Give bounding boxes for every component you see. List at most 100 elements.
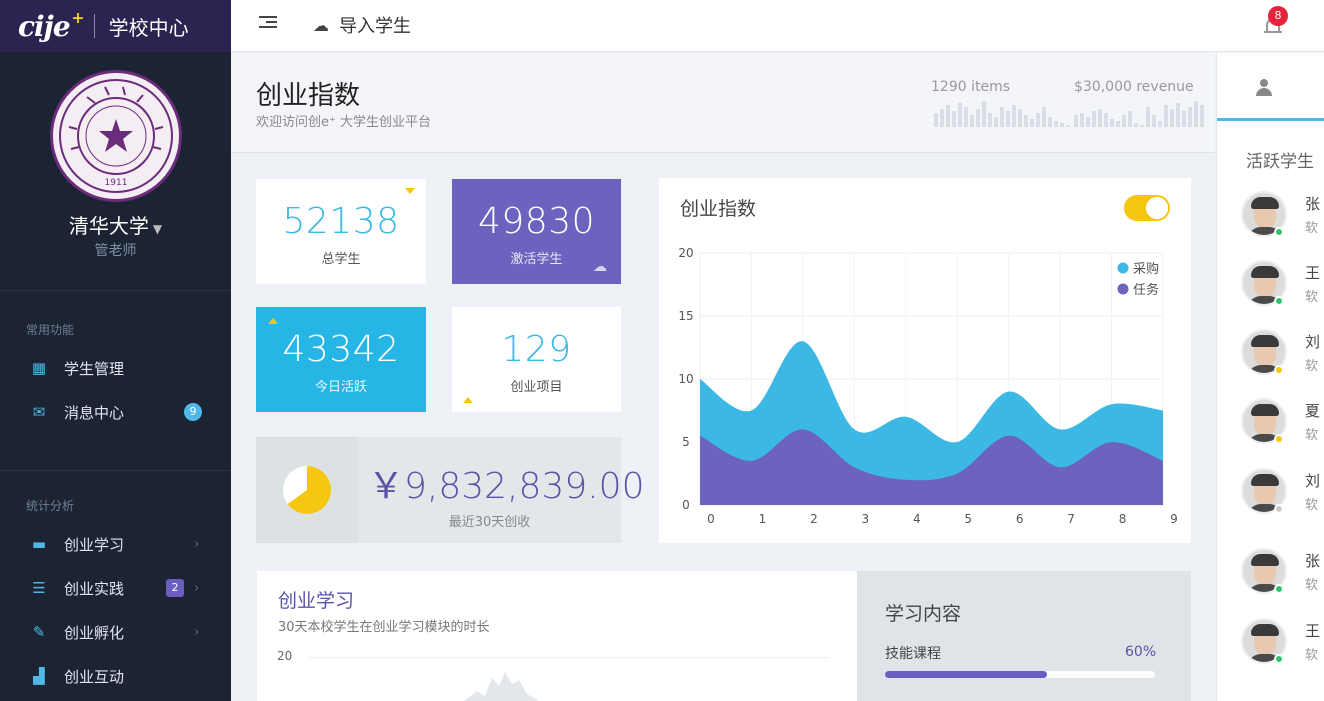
import-students-button[interactable]: ☁ 导入学生: [313, 12, 411, 38]
student-department: 软: [1305, 221, 1319, 236]
active-student-item[interactable]: 刘软: [1241, 329, 1324, 379]
active-students-title: 活跃学生: [1246, 152, 1314, 172]
brand-logo-text: cije: [18, 9, 71, 43]
total-students-label: 总学生: [321, 252, 361, 267]
revenue-pie: [283, 466, 331, 514]
x-tick-label: 7: [1067, 512, 1075, 526]
learning-title: 创业学习: [278, 590, 355, 612]
active-student-item[interactable]: 王软: [1241, 260, 1324, 310]
online-status-dot: [1274, 654, 1284, 664]
nav-label: 学生管理: [64, 359, 125, 378]
message-count-badge: 9: [184, 403, 202, 421]
active-student-item[interactable]: 刘软: [1241, 468, 1324, 518]
teacher-name: 管老师: [94, 243, 137, 259]
x-tick-label: 1: [759, 512, 767, 526]
caret-down-icon: ▼: [152, 222, 163, 236]
student-name: 刘: [1305, 333, 1321, 351]
chart-title: 创业指数: [680, 198, 757, 220]
today-active-value: 43342: [282, 329, 400, 370]
envelope-icon: ✉: [32, 403, 46, 421]
today-active-card[interactable]: 43342 今日活跃: [256, 307, 426, 412]
nav-heading: 常用功能: [26, 323, 75, 337]
student-department: 软: [1305, 290, 1319, 305]
nav-label: 创业互动: [64, 667, 125, 686]
nav-heading: 统计分析: [26, 499, 75, 513]
today-active-label: 今日活跃: [314, 380, 367, 395]
learning-axis-tick: 20: [277, 649, 293, 663]
revenue-amount: ￥9,832,839.00: [368, 466, 645, 507]
nav-item-startup-learning[interactable]: ▬ 创业学习 ›: [0, 522, 231, 566]
list-icon: ☰: [32, 579, 46, 597]
nav-item-message-center[interactable]: ✉ 消息中心 9: [0, 390, 231, 434]
x-tick-label: 4: [913, 512, 921, 526]
nav-section-analytics: 统计分析 ▬ 创业学习 › ☰ 创业实践 2 › ✎ 创业孵化 › ▟ 创业互动: [0, 470, 231, 701]
active-students-value: 49830: [477, 201, 596, 242]
school-name-text: 清华大学: [68, 214, 149, 238]
student-name: 王: [1305, 264, 1321, 282]
legend-label: 任务: [1133, 282, 1159, 298]
page-header: 创业指数 欢迎访问创e⁺ 大学生创业平台 1290 items $30,000 …: [231, 53, 1215, 153]
active-students-card[interactable]: 49830 激活学生 ☁: [452, 179, 621, 284]
area-chart: 0 5 10 15 20 0 1 2 3 4 5 6 7 8 9 采购任务: [678, 246, 1177, 526]
page-subtitle: 欢迎访问创e⁺ 大学生创业平台: [256, 115, 431, 130]
chevron-right-icon: ›: [194, 536, 200, 552]
menu-toggle-icon[interactable]: [259, 16, 277, 32]
projects-value: 129: [501, 329, 572, 370]
nav-item-startup-practice[interactable]: ☰ 创业实践 2 ›: [0, 566, 231, 610]
right-panel: 活跃学生 张软王软刘软夏软刘软张软王软: [1216, 53, 1324, 701]
x-tick-label: 0: [707, 512, 715, 526]
skill-course-progress: [885, 671, 1155, 678]
revenue-label: 最近30天创收: [448, 515, 531, 530]
briefcase-icon: ▬: [31, 535, 47, 553]
total-students-card[interactable]: 52138 总学生: [256, 179, 426, 284]
student-department: 软: [1305, 578, 1319, 593]
school-profile: 1911 清华大学 ▼ 管老师: [0, 52, 231, 260]
practice-count-badge: 2: [166, 579, 184, 597]
active-student-item[interactable]: 夏软: [1241, 398, 1324, 448]
student-department: 软: [1305, 428, 1319, 443]
startup-index-chart-panel: 创业指数 0 5 10 15 20 0 1 2 3 4 5 6 7 8 9 采购 任务: [659, 178, 1191, 543]
nav-label: 消息中心: [64, 403, 125, 422]
y-tick-label: 15: [678, 309, 693, 323]
learning-subtitle: 30天本校学生在创业学习模块的时长: [278, 620, 490, 635]
sidebar: cije + 学校中心 1911 清华大学 ▼ 管老师 常用功能 ▦ 学生管理 …: [0, 0, 231, 701]
y-tick-label: 5: [682, 435, 690, 449]
chart-toggle-switch[interactable]: [1124, 195, 1170, 221]
y-tick-label: 0: [682, 498, 690, 512]
nav-label: 创业学习: [64, 535, 125, 554]
school-name[interactable]: 清华大学 ▼: [0, 210, 231, 239]
brand-divider: [93, 14, 95, 38]
online-status-dot: [1274, 434, 1284, 444]
brand-logo[interactable]: cije +: [18, 8, 85, 43]
revenue-card[interactable]: ￥9,832,839.00 最近30天创收: [256, 437, 644, 543]
active-student-item[interactable]: 王软: [1241, 618, 1324, 668]
brand-bar: cije + 学校中心: [0, 0, 231, 52]
cloud-download-icon: ☁: [593, 259, 607, 275]
user-icon: [1256, 79, 1272, 97]
student-department: 软: [1305, 498, 1319, 513]
revenue-pie-box: [256, 437, 358, 543]
brand-title: 学校中心: [108, 15, 189, 40]
student-name: 王: [1305, 622, 1321, 640]
tab-users[interactable]: [1217, 53, 1324, 121]
projects-card[interactable]: 129 创业项目: [452, 307, 621, 412]
top-bar: ☁ 导入学生 8: [231, 0, 1324, 52]
active-student-item[interactable]: 张软: [1241, 191, 1324, 241]
student-department: 软: [1305, 359, 1319, 374]
nav-item-student-management[interactable]: ▦ 学生管理: [0, 346, 231, 390]
chevron-right-icon: ›: [194, 580, 200, 596]
online-status-dot: [1274, 504, 1284, 514]
student-department: 软: [1305, 648, 1319, 663]
projects-label: 创业项目: [510, 380, 563, 395]
edit-icon: ✎: [32, 623, 46, 641]
x-tick-label: 8: [1119, 512, 1127, 526]
nav-item-startup-interaction[interactable]: ▟ 创业互动: [0, 654, 231, 698]
nav-item-startup-incubation[interactable]: ✎ 创业孵化 ›: [0, 610, 231, 654]
online-status-dot: [1274, 584, 1284, 594]
active-student-item[interactable]: 张软: [1241, 548, 1324, 598]
cloud-upload-icon: ☁: [313, 15, 329, 35]
learning-content-panel: 学习内容 技能课程 60%: [857, 571, 1191, 701]
online-status-dot: [1274, 296, 1284, 306]
content-item-percent: 60%: [1125, 644, 1157, 660]
chevron-right-icon: ›: [194, 624, 200, 640]
